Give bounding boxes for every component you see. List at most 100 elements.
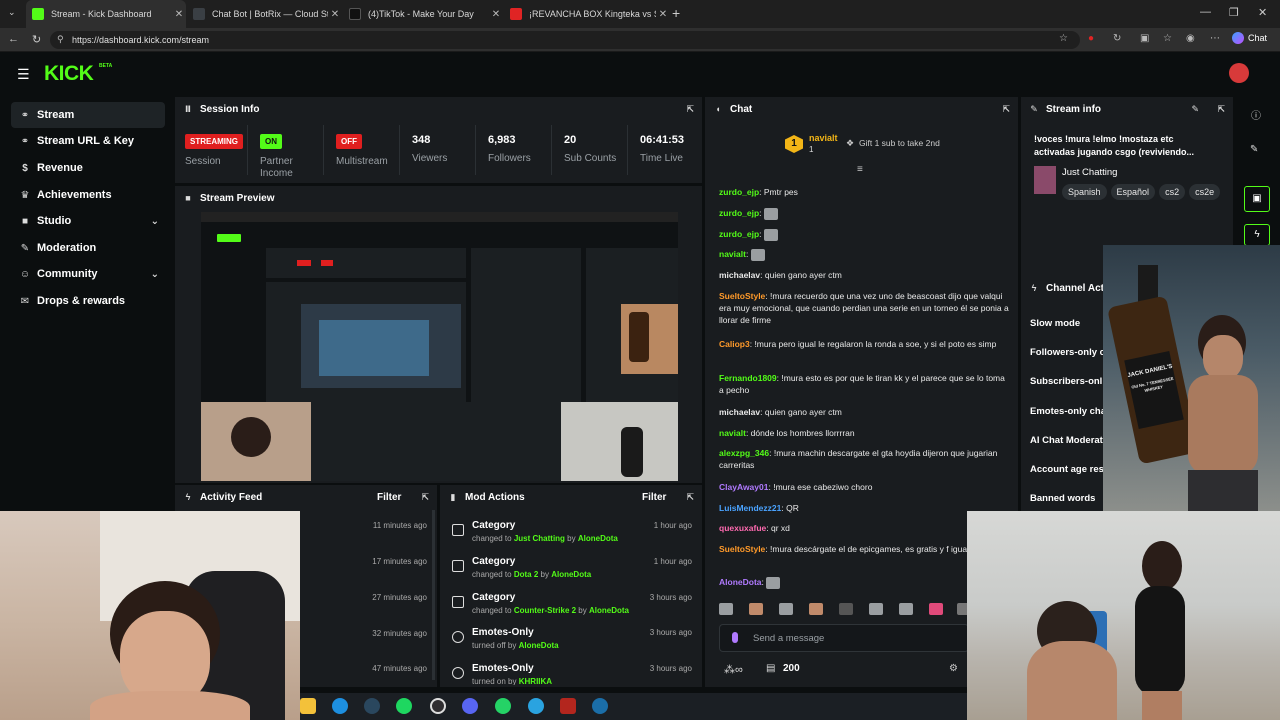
layout-button[interactable]: ▣	[1244, 186, 1270, 212]
slow-mode-toggle[interactable]: Slow mode	[1030, 318, 1080, 329]
refresh-icon[interactable]: ↻	[32, 33, 41, 46]
chat-username[interactable]: ClayAway01	[719, 482, 768, 492]
chat-username[interactable]: zurdo_ejp	[719, 208, 759, 218]
activity-filter-button[interactable]: Filter	[377, 492, 401, 503]
close-icon[interactable]: ✕	[489, 9, 503, 20]
chat-username[interactable]: Fernando1809	[719, 373, 777, 383]
edit-icon[interactable]: ✎	[1250, 144, 1258, 155]
collections-icon[interactable]: ◉	[1186, 33, 1195, 44]
boost-button[interactable]: ϟ	[1244, 224, 1270, 246]
url-input[interactable]: ⚲ https://dashboard.kick.com/stream ☆	[50, 31, 1080, 49]
stream-preview-video[interactable]	[201, 212, 678, 481]
sidebar-item-revenue[interactable]: $ Revenue	[11, 155, 165, 181]
chat-username[interactable]: Caliop3	[719, 339, 750, 349]
collapse-pinned-icon[interactable]: ≡	[857, 164, 863, 175]
mod-filter-button[interactable]: Filter	[642, 492, 666, 503]
favorite-star-icon[interactable]: ☆	[1059, 33, 1068, 44]
ai-moderation-toggle[interactable]: AI Chat Moderat	[1030, 435, 1103, 446]
emote-icon[interactable]	[869, 603, 883, 615]
obs-icon[interactable]	[430, 698, 446, 714]
popout-icon[interactable]: ⇱	[421, 492, 429, 503]
chat-username[interactable]: michaelav	[719, 407, 760, 417]
steam-icon[interactable]	[364, 698, 380, 714]
popout-icon[interactable]: ⇱	[1002, 104, 1010, 115]
site-info-icon[interactable]: ⚲	[57, 34, 64, 45]
chat-username[interactable]: navialt	[719, 249, 746, 259]
tag[interactable]: cs2	[1159, 184, 1186, 200]
popout-icon[interactable]: ⇱	[1217, 104, 1225, 115]
tab-kick-dashboard[interactable]: Stream - Kick Dashboard ✕	[26, 0, 186, 28]
tab-tiktok[interactable]: (4)TikTok - Make Your Day ✕	[343, 0, 503, 28]
new-tab-icon[interactable]: +	[672, 5, 680, 21]
chat-username[interactable]: zurdo_ejp	[719, 187, 759, 197]
chat-username[interactable]: navialt	[719, 428, 746, 438]
emote-icon[interactable]	[839, 603, 853, 615]
avatar[interactable]	[1229, 63, 1249, 83]
whatsapp-icon[interactable]	[495, 698, 511, 714]
popout-icon[interactable]: ⇱	[686, 104, 694, 115]
chat-input[interactable]: Send a message	[719, 624, 969, 652]
infinity-icon[interactable]: ⁂∞	[724, 663, 743, 676]
chat-username[interactable]: SueltoStyle	[719, 544, 765, 554]
extension-icon[interactable]: ●	[1088, 33, 1094, 44]
maximize-icon[interactable]: ❐	[1229, 6, 1239, 19]
more-icon[interactable]: ⋯	[1210, 33, 1220, 44]
sidebar-item-stream-url-key[interactable]: ⚭ Stream URL & Key	[11, 128, 165, 154]
tab-youtube[interactable]: ¡REVANCHA BOX Kingteka vs S ✕	[504, 0, 670, 28]
back-icon[interactable]: ←	[8, 33, 19, 45]
followers-only-toggle[interactable]: Followers-only c	[1030, 347, 1105, 358]
chat-username[interactable]: AloneDota	[719, 577, 762, 587]
copilot-chat-button[interactable]: Chat	[1232, 32, 1267, 44]
tab-botrix[interactable]: Chat Bot | BotRix — Cloud Streami ✕	[187, 0, 342, 28]
chat-username[interactable]: quexuxafue	[719, 523, 766, 533]
split-screen-icon[interactable]: ▣	[1140, 33, 1149, 44]
chat-username[interactable]: LuisMendezz21	[719, 503, 781, 513]
tag[interactable]: cs2e	[1189, 184, 1221, 200]
edit-icon[interactable]: ✎	[1191, 104, 1199, 115]
sidebar-item-community[interactable]: ☺ Community ⌄	[11, 261, 165, 287]
edge-icon[interactable]	[332, 698, 348, 714]
favorites-icon[interactable]: ☆	[1163, 33, 1172, 44]
sidebar-item-moderation[interactable]: ✎ Moderation	[11, 235, 165, 261]
chat-username[interactable]: SueltoStyle	[719, 291, 765, 301]
menu-icon[interactable]: ☰	[17, 66, 30, 83]
emote-icon[interactable]	[809, 603, 823, 615]
close-icon[interactable]: ✕	[656, 9, 670, 20]
spotify-icon[interactable]	[396, 698, 412, 714]
sidebar-item-studio[interactable]: ■ Studio ⌄	[11, 208, 165, 234]
account-age-toggle[interactable]: Account age res	[1030, 464, 1104, 475]
emotes-only-toggle[interactable]: Emotes-only cha	[1030, 406, 1106, 417]
close-icon[interactable]: ✕	[328, 9, 342, 20]
discord-icon[interactable]	[462, 698, 478, 714]
dota-icon[interactable]	[560, 698, 576, 714]
banned-words-button[interactable]: Banned words	[1030, 493, 1095, 504]
sidebar-item-drops-rewards[interactable]: ✉ Drops & rewards	[11, 288, 165, 314]
chat-username[interactable]: zurdo_ejp	[719, 229, 759, 239]
emote-icon[interactable]	[779, 603, 793, 615]
emote-icon[interactable]	[749, 603, 763, 615]
minimize-icon[interactable]: —	[1200, 6, 1211, 18]
emote-icon[interactable]	[929, 603, 943, 615]
refresh-extension-icon[interactable]: ↻	[1113, 33, 1121, 44]
info-icon[interactable]: ⓘ	[1251, 107, 1261, 122]
emote-icon[interactable]	[719, 603, 733, 615]
subscribers-only-toggle[interactable]: Subscribers-onl	[1030, 376, 1102, 387]
sidebar-item-stream[interactable]: ⚭ Stream	[11, 102, 165, 128]
file-explorer-icon[interactable]	[300, 698, 316, 714]
sidebar-item-achievements[interactable]: ♛ Achievements	[11, 182, 165, 208]
kick-logo[interactable]: KICK	[44, 62, 94, 86]
settings-icon[interactable]: ⚙	[949, 663, 958, 674]
chat-username[interactable]: michaelav	[719, 270, 760, 280]
window-close-icon[interactable]: ✕	[1258, 6, 1267, 19]
pinned-gifter[interactable]: 1 navialt 1 ❖ Gift 1 sub to take 2nd	[785, 133, 940, 157]
tag[interactable]: Español	[1110, 184, 1156, 200]
steam-icon[interactable]	[592, 698, 608, 714]
tag[interactable]: Spanish	[1062, 184, 1107, 200]
popout-icon[interactable]: ⇱	[686, 492, 694, 503]
chat-username[interactable]: alexzpg_346	[719, 448, 769, 458]
tab-list-icon[interactable]: ⌄	[8, 7, 16, 18]
activity-scrollbar[interactable]	[432, 510, 435, 680]
close-icon[interactable]: ✕	[172, 9, 186, 20]
emote-icon[interactable]	[899, 603, 913, 615]
telegram-icon[interactable]	[528, 698, 544, 714]
